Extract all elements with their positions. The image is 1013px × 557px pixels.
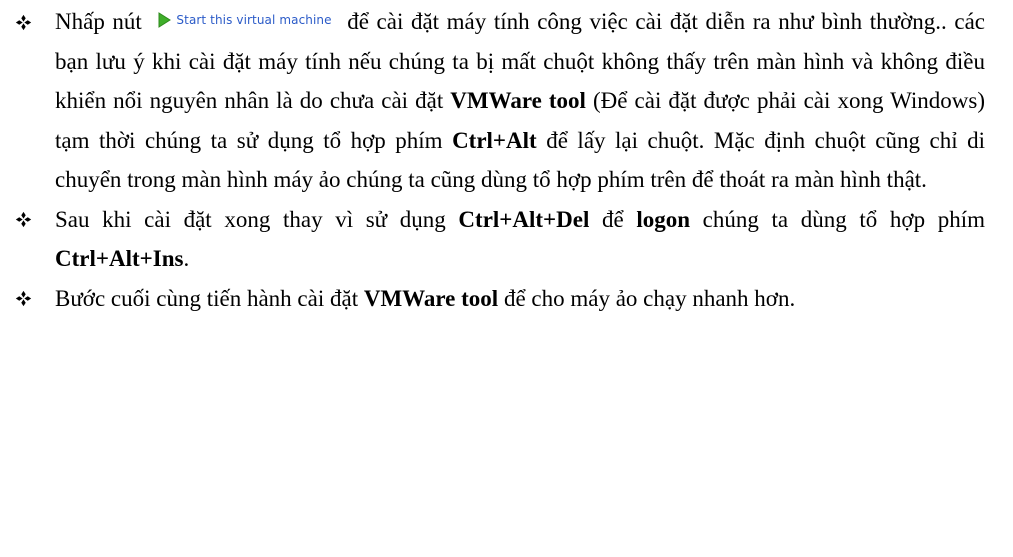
start-virtual-machine-button[interactable]: Start this virtual machine xyxy=(153,11,333,29)
document-body: Nhấp nút Start this virtual machine để c… xyxy=(0,0,1013,318)
list-item-start-vm: Nhấp nút Start this virtual machine để c… xyxy=(0,2,985,200)
paragraph-text: để cho máy ảo chạy nhanh hơn. xyxy=(498,285,796,311)
paragraph-text: chúng ta dùng tổ hợp phím xyxy=(690,206,985,232)
four-diamond-bullet-icon xyxy=(8,279,38,319)
paragraph-text: để xyxy=(589,206,637,232)
paragraph-text: Nhấp nút xyxy=(55,9,150,34)
paragraph-text: Sau khi cài đặt xong thay vì sử dụng xyxy=(55,206,459,232)
bold-term: Ctrl+Alt xyxy=(452,127,537,153)
paragraph-text: Bước cuối cùng tiến hành cài đặt xyxy=(55,285,364,311)
list-item-logon: Sau khi cài đặt xong thay vì sử dụng Ctr… xyxy=(0,200,985,279)
start-virtual-machine-label: Start this virtual machine xyxy=(176,13,332,27)
paragraph-text: . xyxy=(183,246,190,271)
bold-term: logon xyxy=(636,206,691,232)
bold-term: Ctrl+Alt+Del xyxy=(458,206,590,232)
four-diamond-bullet-icon xyxy=(8,200,38,240)
bold-term: Ctrl+Alt+Ins xyxy=(55,246,184,271)
play-icon xyxy=(155,11,173,29)
bold-term: VMWare tool xyxy=(450,88,586,113)
list-item-vmware-tool: Bước cuối cùng tiến hành cài đặt VMWare … xyxy=(0,279,985,319)
four-diamond-bullet-icon xyxy=(8,2,38,42)
bold-term: VMWare tool xyxy=(363,285,499,311)
